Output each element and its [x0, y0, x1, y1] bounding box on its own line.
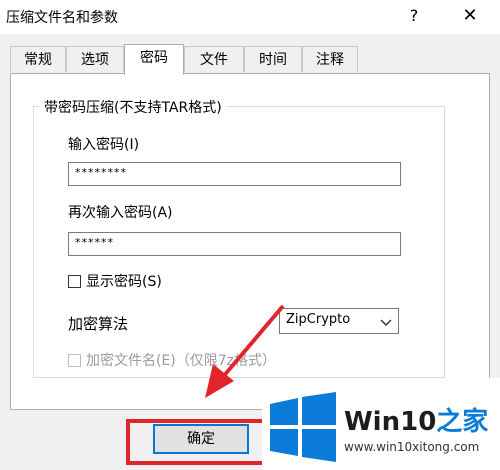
tab-password[interactable]: 密码	[124, 44, 184, 75]
watermark-brand-b: 之家	[436, 407, 489, 437]
watermark-brand: Win10之家	[344, 401, 488, 438]
windows-logo-icon	[270, 392, 336, 462]
watermark-url: www.win10xitong.com	[344, 440, 480, 454]
watermark-brand-a: Win10	[344, 407, 437, 437]
